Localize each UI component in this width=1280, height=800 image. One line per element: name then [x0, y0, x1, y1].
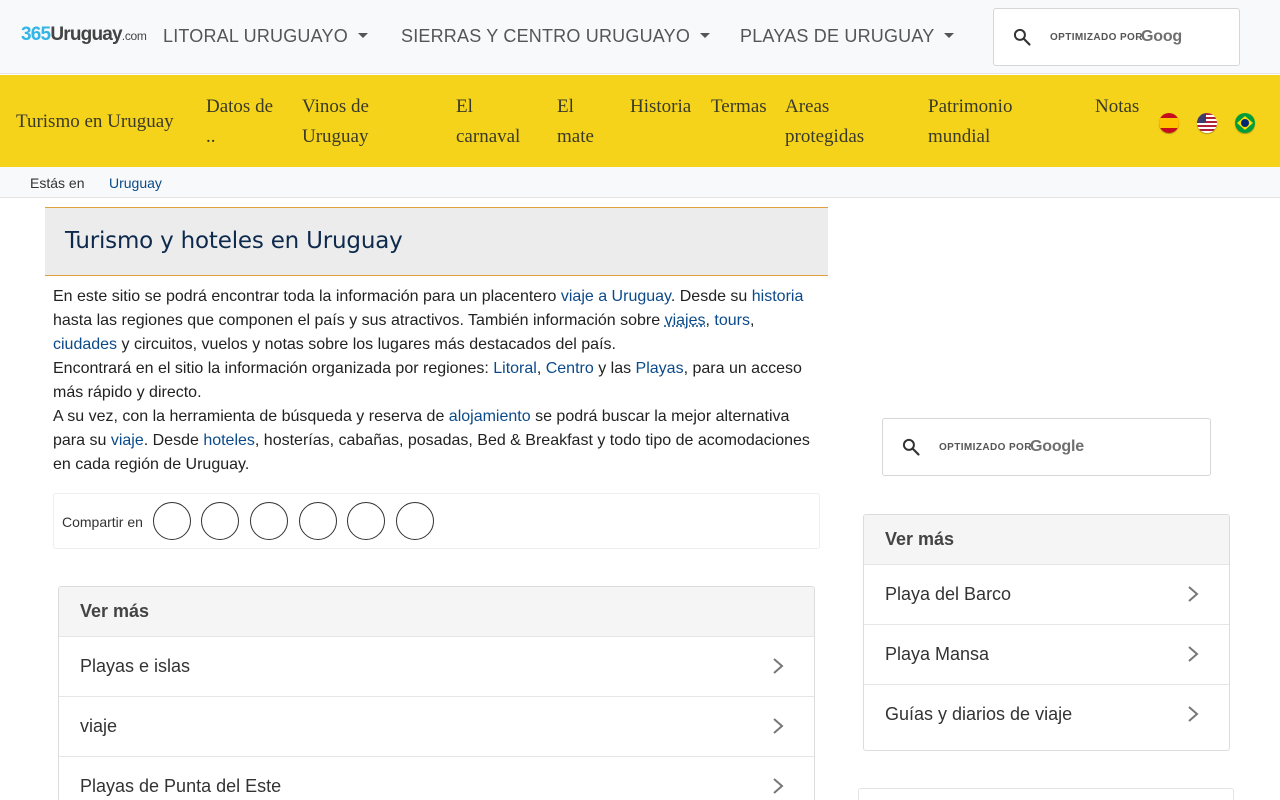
link-playas[interactable]: Playas: [636, 360, 684, 377]
site-logo[interactable]: 365Uruguay.com: [21, 24, 147, 46]
list-item[interactable]: Playas e islas: [59, 637, 814, 697]
chevron-right-icon: [773, 778, 784, 794]
link-viaje[interactable]: viaje: [111, 432, 144, 449]
email-share-button[interactable]: [396, 502, 434, 540]
whatsapp-share-button[interactable]: [250, 502, 288, 540]
header-search-box[interactable]: OPTIMIZADO POR Goog: [993, 8, 1240, 66]
sidebar-search-box[interactable]: OPTIMIZADO POR Google: [882, 418, 1211, 476]
list-item[interactable]: Playa del Barco: [864, 565, 1229, 625]
menu-item-notas[interactable]: Notas: [1095, 92, 1139, 122]
powered-by-label: OPTIMIZADO POR: [1050, 32, 1143, 43]
chevron-right-icon: [773, 658, 784, 674]
intro-text: En este sitio se podrá encontrar toda la…: [53, 285, 813, 477]
search-icon: [1013, 28, 1031, 46]
top-header: 365Uruguay.com LITORAL URUGUAYO SIERRAS …: [0, 0, 1280, 74]
nav-litoral-label: LITORAL URUGUAYO: [163, 26, 348, 46]
nav-playas-label: PLAYAS DE URUGUAY: [740, 26, 935, 46]
text-fragment: hasta las regiones que componen el país …: [53, 312, 665, 329]
google-brand-label: Google: [1030, 438, 1084, 455]
menu-item-termas[interactable]: Termas: [711, 92, 767, 122]
link-hoteles[interactable]: hoteles: [203, 432, 255, 449]
nav-sierras-label: SIERRAS Y CENTRO URUGUAYO: [401, 26, 691, 46]
menu-item-patrimonio[interactable]: Patrimonio mundial: [928, 92, 1012, 152]
menu-item-datos[interactable]: Datos de ..: [206, 92, 273, 152]
list-item-label: Guías y diarios de viaje: [885, 704, 1073, 724]
list-item[interactable]: Playas de Punta del Este: [59, 757, 814, 800]
list-item-label: viaje: [80, 716, 118, 736]
menu-item-historia[interactable]: Historia: [630, 92, 691, 122]
chevron-right-icon: [1188, 586, 1199, 602]
search-icon: [902, 438, 920, 456]
page-title-box: Turismo y hoteles en Uruguay: [45, 207, 828, 276]
main-see-more-card: Ver más Playas e islas viaje Playas de P…: [58, 586, 815, 800]
menu-item-carnaval[interactable]: El carnaval: [456, 92, 520, 152]
powered-by-label: OPTIMIZADO POR: [939, 442, 1032, 453]
caret-down-icon: [357, 33, 368, 38]
share-label: Compartir en: [62, 514, 143, 530]
brazil-flag-icon[interactable]: [1235, 113, 1255, 133]
list-item[interactable]: Playa Mansa: [864, 625, 1229, 685]
menu-item-vinos[interactable]: Vinos de Uruguay: [302, 92, 369, 152]
list-item-label: Playas e islas: [80, 656, 191, 676]
list-item-label: Playa Mansa: [885, 644, 990, 664]
chevron-right-icon: [1188, 706, 1199, 722]
logo-domain: .com: [121, 29, 147, 43]
pinterest-share-button[interactable]: [299, 502, 337, 540]
sidebar-see-more-card: Ver más Playa del Barco Playa Mansa Guía…: [863, 514, 1230, 751]
link-alojamiento[interactable]: alojamiento: [449, 408, 531, 425]
text-fragment: . Desde: [143, 432, 204, 449]
caret-down-icon: [700, 33, 711, 38]
menu-item-mate[interactable]: El mate: [557, 92, 594, 152]
link-viajes[interactable]: viajes: [665, 312, 706, 329]
text-fragment: ,: [749, 312, 755, 329]
menu-item-turismo[interactable]: Turismo en Uruguay: [16, 107, 174, 137]
link-centro[interactable]: Centro: [546, 360, 594, 377]
breadcrumb-label: Estás en: [30, 175, 85, 191]
nav-sierras-dropdown[interactable]: SIERRAS Y CENTRO URUGUAYO: [401, 26, 711, 47]
list-item[interactable]: Guías y diarios de viaje: [864, 685, 1229, 745]
chevron-right-icon: [1188, 646, 1199, 662]
google-brand-label: Goog: [1141, 28, 1182, 45]
nav-litoral-dropdown[interactable]: LITORAL URUGUAYO: [163, 26, 368, 47]
chevron-right-icon: [773, 718, 784, 734]
twitter-share-button[interactable]: [201, 502, 239, 540]
text-fragment: y las: [593, 360, 636, 377]
caret-down-icon: [944, 33, 955, 38]
telegram-share-button[interactable]: [347, 502, 385, 540]
logo-number: 365: [21, 24, 51, 45]
text-fragment: En este sitio se podrá encontrar toda la…: [53, 288, 561, 305]
share-bar: Compartir en: [53, 493, 820, 549]
card-title: Ver más: [80, 601, 150, 621]
text-fragment: . Desde su: [670, 288, 752, 305]
text-fragment: Encontrará en el sitio la información or…: [53, 360, 494, 377]
breadcrumb: Estás en Uruguay: [0, 167, 1280, 198]
list-item-label: Playa del Barco: [885, 584, 1012, 604]
link-viaje-a-uruguay[interactable]: viaje a Uruguay: [561, 288, 671, 305]
link-historia[interactable]: historia: [752, 288, 804, 305]
breadcrumb-link-uruguay[interactable]: Uruguay: [109, 175, 162, 191]
page-title: Turismo y hoteles en Uruguay: [65, 228, 403, 254]
link-litoral[interactable]: Litoral: [493, 360, 537, 377]
text-fragment: A su vez, con la herramienta de búsqueda…: [53, 408, 449, 425]
sidebar-share-panel: [858, 788, 1234, 800]
text-fragment: ,: [536, 360, 546, 377]
logo-name: Uruguay: [50, 24, 122, 45]
usa-flag-icon[interactable]: [1197, 113, 1217, 133]
text-fragment: y circuitos, vuelos y notas sobre los lu…: [117, 336, 616, 353]
list-item[interactable]: viaje: [59, 697, 814, 757]
card-title: Ver más: [885, 529, 955, 549]
spain-flag-icon[interactable]: [1159, 113, 1179, 133]
facebook-share-button[interactable]: [153, 502, 191, 540]
nav-playas-dropdown[interactable]: PLAYAS DE URUGUAY: [740, 26, 955, 47]
card-header: Ver más: [864, 515, 1229, 565]
link-tours[interactable]: tours: [714, 312, 750, 329]
list-item-label: Playas de Punta del Este: [80, 776, 282, 796]
card-header: Ver más: [59, 587, 814, 637]
menu-item-areas-protegidas[interactable]: Areas protegidas: [785, 92, 864, 152]
link-ciudades[interactable]: ciudades: [53, 336, 117, 353]
